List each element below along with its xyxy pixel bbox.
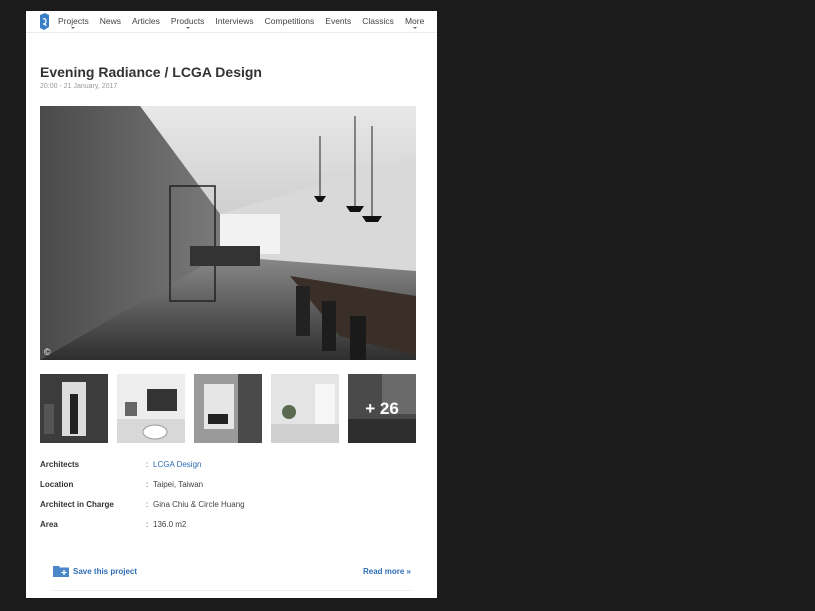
- nav-item-products[interactable]: Products: [170, 16, 205, 29]
- nav-item-label: More: [404, 16, 425, 26]
- nav-item-articles[interactable]: Articles: [132, 16, 160, 26]
- thumbnail-more[interactable]: + 26: [348, 374, 416, 443]
- copyright-mark: ©: [44, 347, 51, 357]
- nav-item-classics[interactable]: Classics: [362, 16, 394, 26]
- spec-row: Architect in Charge: Gina Chiu & Circle H…: [40, 500, 416, 512]
- nav-item-projects[interactable]: Projects: [58, 16, 89, 29]
- nav-item-label: Classics: [362, 16, 394, 26]
- spec-row: Area:136.0 m2: [40, 520, 416, 532]
- thumbnail-2[interactable]: [117, 374, 185, 443]
- spec-separator: :: [146, 460, 149, 469]
- page-title: Evening Radiance / LCGA Design: [40, 64, 262, 80]
- nav-item-label: Projects: [58, 16, 89, 26]
- nav-item-label: News: [99, 16, 121, 26]
- archdaily-logo-icon[interactable]: [39, 13, 50, 30]
- spec-value: Gina Chiu & Circle Huang: [153, 500, 245, 509]
- spec-value: 136.0 m2: [153, 520, 187, 529]
- nav-item-interviews[interactable]: Interviews: [215, 16, 253, 26]
- thumbnail-1[interactable]: [40, 374, 108, 443]
- spec-value-link[interactable]: LCGA Design: [153, 460, 201, 469]
- nav-item-events[interactable]: Events: [325, 16, 351, 26]
- spec-row: Architects: LCGA Design: [40, 460, 416, 472]
- nav-item-label: Articles: [131, 16, 160, 26]
- chevron-down-icon: [185, 27, 190, 29]
- spec-separator: :: [146, 500, 149, 509]
- chevron-down-icon: [71, 27, 76, 29]
- more-photos-count: + 26: [365, 398, 399, 418]
- spec-separator: :: [146, 520, 149, 529]
- spec-row: Location: Taipei, Taiwan: [40, 480, 416, 492]
- spec-label: Location: [40, 480, 74, 489]
- article-card: Projects News Articles Products Interviews Co…: [26, 11, 437, 598]
- spec-separator: :: [146, 480, 149, 489]
- thumbnail-gallery: + 26: [40, 374, 416, 443]
- nav-item-label: Competitions: [264, 16, 315, 26]
- nav-item-label: Events: [325, 16, 352, 26]
- spec-label: Architects: [40, 460, 80, 469]
- spec-value: Taipei, Taiwan: [153, 480, 204, 489]
- nav-menu: Projects News Articles Products Interviews Co…: [58, 16, 435, 29]
- nav-item-competitions[interactable]: Competitions: [265, 16, 315, 26]
- spec-label: Area: [40, 520, 58, 529]
- nav-item-news[interactable]: News: [100, 16, 121, 26]
- save-project-label: Save this project: [73, 566, 138, 576]
- nav-item-more[interactable]: More: [404, 16, 425, 29]
- nav-item-label: Interviews: [215, 16, 254, 26]
- divider: [53, 590, 411, 591]
- hero-image[interactable]: ©: [40, 106, 416, 360]
- nav-item-label: Products: [170, 16, 205, 26]
- chevron-down-icon: [412, 27, 417, 29]
- read-more-link[interactable]: Read more »: [363, 567, 411, 576]
- interior-photo: [40, 106, 416, 360]
- thumbnail-4[interactable]: [271, 374, 339, 443]
- top-navigation: Projects News Articles Products Interviews Co…: [26, 11, 437, 33]
- publish-date: 20:00 - 21 January, 2017: [40, 83, 118, 90]
- save-project-button[interactable]: Save this project: [53, 565, 137, 577]
- folder-add-icon: [53, 566, 69, 577]
- spec-label: Architect in Charge: [40, 500, 114, 509]
- thumbnail-3[interactable]: [194, 374, 262, 443]
